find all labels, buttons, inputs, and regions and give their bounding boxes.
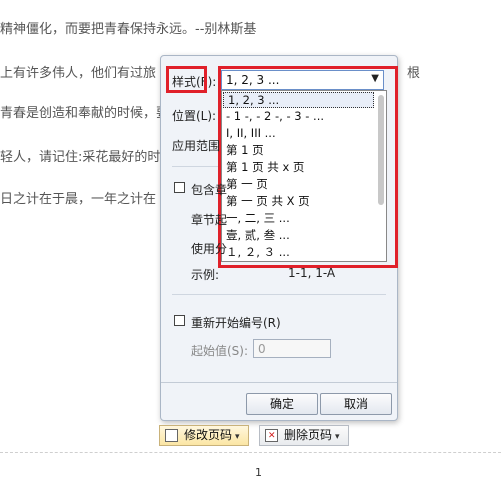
start-value-label: 起始值(S): bbox=[191, 344, 249, 358]
document-text-line: 日之计在于晨，一年之计在 bbox=[0, 192, 157, 207]
page-number: 1 bbox=[255, 466, 262, 479]
start-value-input[interactable]: 0 bbox=[253, 339, 331, 358]
chapter-start-label: 章节起 bbox=[191, 213, 228, 227]
example-label: 示例: bbox=[191, 268, 220, 282]
document-text-fragment: 根 bbox=[407, 66, 421, 81]
divider bbox=[172, 294, 386, 295]
restart-numbering-checkbox[interactable] bbox=[174, 315, 185, 326]
separator-label: 使用分 bbox=[191, 242, 228, 256]
document-text-line: 轻人，请记住:采花最好的时 bbox=[0, 150, 161, 165]
document-text-line: 精神僵化，而要把青春保持永远。--别林斯基 bbox=[0, 22, 257, 37]
modify-page-number-button[interactable]: 修改页码 ▾ bbox=[159, 425, 249, 446]
dropdown-highlight bbox=[218, 66, 398, 268]
edit-icon bbox=[165, 429, 178, 442]
divider bbox=[161, 382, 397, 383]
include-chapter-checkbox[interactable] bbox=[174, 182, 185, 193]
delete-icon bbox=[265, 427, 278, 446]
cancel-button[interactable]: 取消 bbox=[320, 393, 392, 415]
ok-button[interactable]: 确定 bbox=[246, 393, 318, 415]
apply-scope-label: 应用范围 bbox=[172, 139, 221, 153]
chevron-down-icon[interactable]: ▾ bbox=[335, 432, 340, 442]
divider bbox=[172, 166, 218, 167]
example-value: 1-1, 1-A bbox=[288, 266, 336, 280]
document-text-line: 青春是创造和奉献的时候，要 bbox=[0, 106, 170, 121]
restart-numbering-label: 重新开始编号(R) bbox=[191, 316, 281, 330]
style-label-highlight bbox=[166, 66, 207, 93]
delete-page-number-button[interactable]: 删除页码▾ bbox=[259, 425, 349, 446]
document-header-rule bbox=[0, 0, 501, 3]
delete-page-number-label: 删除页码 bbox=[284, 428, 333, 442]
include-chapter-label: 包含章 bbox=[191, 183, 228, 197]
document-text-line: 上有许多伟人，他们有过旅 bbox=[0, 66, 157, 81]
chevron-down-icon[interactable]: ▾ bbox=[235, 432, 240, 442]
footer-separator bbox=[0, 452, 501, 453]
position-label: 位置(L): bbox=[172, 109, 217, 123]
modify-page-number-label: 修改页码 bbox=[184, 428, 233, 442]
